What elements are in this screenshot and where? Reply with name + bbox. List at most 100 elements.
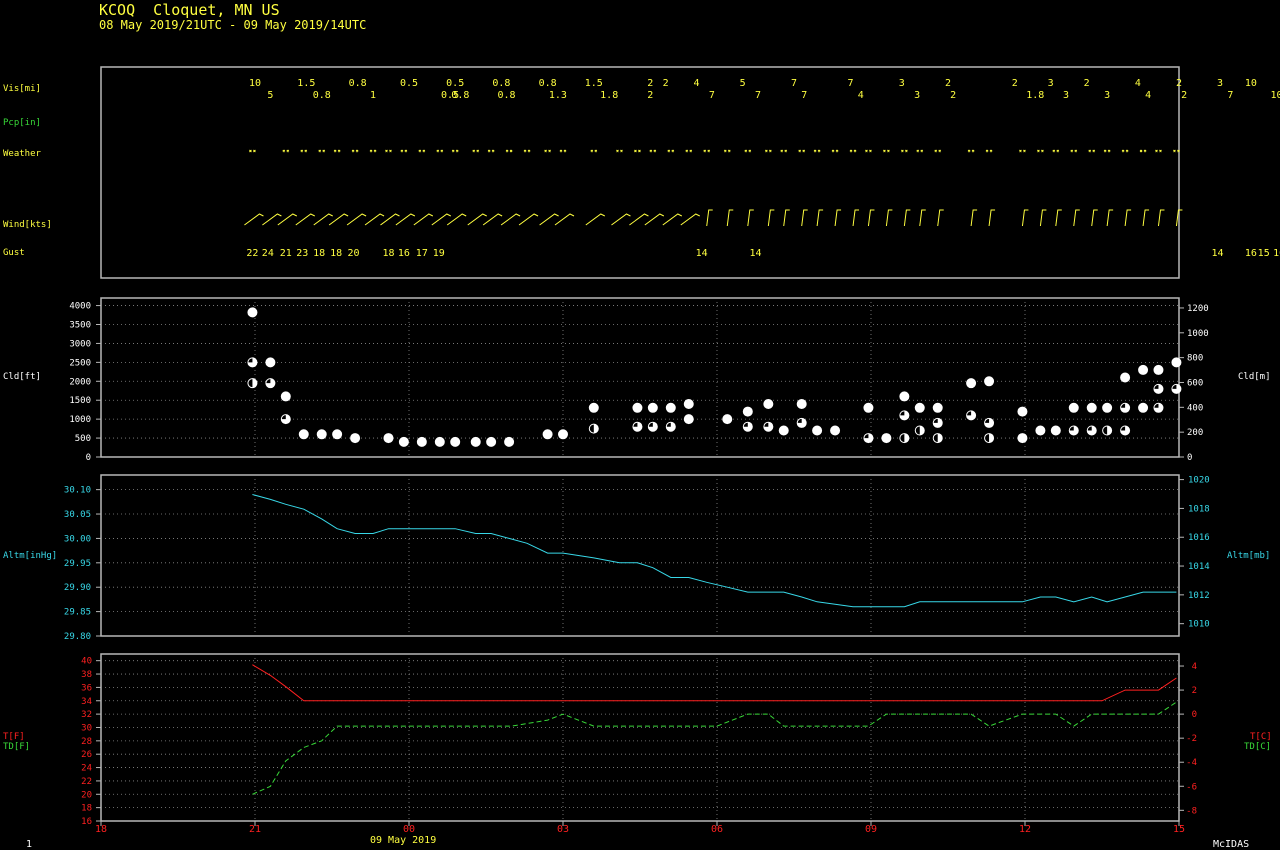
cloud-cover-point [350, 433, 361, 444]
cloud-cover-point [647, 421, 658, 432]
cloud-cover-point [265, 357, 276, 368]
cloud-ylabel-right: Cld[m] [1238, 372, 1271, 382]
cloud-ticks-right: 0 200 400 600 800 1000 1200 [1179, 304, 1209, 463]
snow-weather-symbol [764, 149, 772, 153]
cloud-cover-point [1153, 364, 1164, 375]
altm-ticks-right: 1010 1012 1014 1016 1018 1020 [1179, 476, 1210, 630]
snow-weather-symbol [1052, 149, 1060, 153]
cloud-circle [298, 429, 309, 440]
altm-tick-right-label: 1018 [1188, 504, 1210, 514]
visibility-value: 4 [858, 90, 864, 101]
cloud-cover-point [1120, 372, 1131, 383]
temp-tick-right-label: -2 [1186, 734, 1197, 744]
visibility-value: 5 [267, 90, 273, 101]
visibility-value: 1.8 [600, 90, 618, 101]
temp-tick-label: 18 [81, 804, 92, 814]
cloud-cover-point [899, 391, 910, 402]
meteogram: Vis[mi] Pcp[in] Weather Wind[kts] Gust 1… [3, 66, 1280, 850]
altimeter-line [252, 494, 1177, 608]
visibility-value: 3 [1217, 78, 1223, 89]
time-tick-label: 00 [403, 824, 415, 835]
wind-barb [885, 209, 893, 227]
cloud-circle [398, 436, 409, 447]
altm-tick-right-label: 1010 [1188, 620, 1210, 630]
cloud-cover-point [1171, 383, 1182, 394]
cloud-circle [1017, 433, 1028, 444]
cloud-circle [932, 402, 943, 413]
snow-weather-symbol [616, 149, 623, 153]
visibility-value: 3 [899, 78, 905, 89]
snow-weather-symbol [487, 149, 495, 153]
visibility-value: 2 [950, 90, 956, 101]
snow-weather-symbol [451, 149, 459, 153]
wind-barb [629, 213, 649, 226]
cloud-cover-point [1153, 383, 1164, 394]
temp-tick-label: 34 [81, 697, 92, 707]
gust-values: 2224212318182018161719141414161516 [246, 248, 1280, 259]
altm-tick-label: 30.00 [64, 534, 91, 544]
snow-weather-symbol [967, 149, 975, 153]
snow-weather-symbol [1121, 149, 1129, 153]
snow-weather-symbol [865, 149, 872, 153]
cloud-cover-point [1102, 402, 1113, 413]
cloud-cover-point [450, 436, 461, 447]
altm-tick-label: 29.90 [64, 583, 91, 593]
temp-label-right: T[C] [1250, 732, 1272, 742]
cloud-circle [665, 402, 676, 413]
visibility-value: 10 [1271, 90, 1280, 101]
snow-weather-symbol [934, 149, 942, 153]
cloud-cover-point [316, 429, 327, 440]
cloud-circle [812, 425, 823, 436]
cloud-cover-point [683, 399, 694, 409]
temp-tick-label: 28 [81, 737, 92, 747]
snow-weather-symbol [544, 149, 551, 153]
gust-value: 24 [262, 248, 274, 259]
altm-tick-label: 29.85 [64, 608, 91, 618]
cloud-cover-point [932, 402, 943, 413]
snow-weather-symbol [1155, 149, 1162, 153]
cloud-cover-point [1153, 402, 1164, 413]
snow-weather-symbol [523, 149, 531, 153]
row-label-weather: Weather [3, 149, 42, 159]
snow-weather-symbol [282, 149, 290, 153]
visibility-values-bottom: 50.810.50.80.81.31.827774321.833427107 [267, 90, 1280, 101]
cloud-cover-point [899, 410, 910, 421]
cloud-cover-point [984, 376, 995, 387]
visibility-value: 2 [663, 78, 669, 89]
altm-tick-label: 30.10 [64, 486, 91, 496]
cloud-cover-point [1138, 364, 1149, 375]
wind-barb [262, 213, 282, 226]
altm-tick-right-label: 1020 [1188, 476, 1210, 486]
visibility-value: 2 [1181, 90, 1187, 101]
snow-weather-symbol [1173, 149, 1180, 153]
wind-barb [662, 213, 683, 226]
temp-tick-label: 22 [81, 777, 92, 787]
cloud-cover-point [247, 357, 258, 368]
snow-weather-symbol [505, 149, 513, 153]
snow-weather-symbol [883, 149, 890, 153]
temp-tick-label: 40 [81, 657, 92, 667]
cloud-cover-point [778, 425, 789, 436]
cloud-circle [332, 429, 343, 440]
cloud-cover-point [899, 433, 910, 444]
panel-frame [100, 297, 1180, 458]
cloud-circle [1153, 364, 1164, 375]
cloud-tick-label: 2000 [69, 377, 91, 387]
wind-barb [500, 213, 521, 226]
cloud-cover-point [542, 429, 553, 440]
cloud-circle [470, 436, 481, 447]
cloud-cover-point [632, 421, 643, 432]
cloud-circle [1068, 402, 1079, 413]
temp-tick-right-label: -4 [1186, 758, 1197, 768]
wind-barb [747, 209, 754, 227]
cloud-cover-point [722, 414, 733, 425]
cloud-tick-right-label: 400 [1187, 403, 1203, 413]
cloud-cover-point [863, 402, 874, 413]
wind-barb [295, 213, 315, 226]
wind-barb [834, 209, 842, 227]
wind-barb [1124, 209, 1132, 227]
cloud-circle [504, 436, 515, 447]
cloud-cover-point [914, 425, 925, 436]
wind-barb [767, 209, 775, 227]
visibility-value: 7 [847, 78, 853, 89]
